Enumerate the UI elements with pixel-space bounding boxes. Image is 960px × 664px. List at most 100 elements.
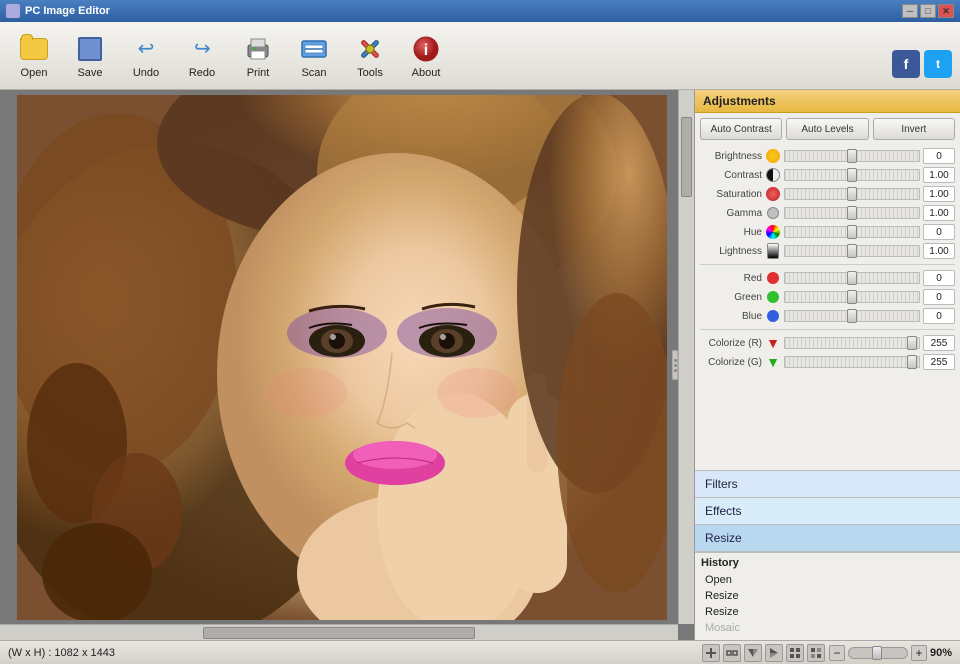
blue-label: Blue <box>700 311 762 322</box>
contrast-slider[interactable] <box>784 169 920 181</box>
scan-icon <box>298 33 330 65</box>
zoom-in-button[interactable]: + <box>911 645 927 661</box>
contrast-value: 1.00 <box>923 167 955 183</box>
blue-value: 0 <box>923 308 955 324</box>
vertical-scrollbar[interactable] <box>678 90 694 624</box>
minimize-button[interactable]: ─ <box>902 4 918 18</box>
social-icons: f t <box>892 50 952 78</box>
horizontal-scroll-thumb[interactable] <box>203 627 474 639</box>
status-icons <box>702 644 825 662</box>
svg-text:i: i <box>424 42 428 59</box>
auto-levels-button[interactable]: Auto Levels <box>786 118 868 140</box>
history-mosaic[interactable]: Mosaic <box>701 620 954 636</box>
app-icon <box>6 4 20 18</box>
gamma-slider[interactable] <box>784 207 920 219</box>
zoom-out-button[interactable]: − <box>829 645 845 661</box>
green-value: 0 <box>923 289 955 305</box>
blue-icon <box>765 308 781 324</box>
vertical-scroll-thumb[interactable] <box>681 117 692 197</box>
adjustments-title: Adjustments <box>703 94 776 108</box>
redo-icon: ↩ <box>186 33 218 65</box>
red-row: Red 0 <box>700 270 955 286</box>
history-resize-1[interactable]: Resize <box>701 588 954 604</box>
zoom-label: 90% <box>930 647 952 659</box>
lightness-label: Lightness <box>700 246 762 257</box>
layers-icon[interactable] <box>807 644 825 662</box>
save-button[interactable]: Save <box>64 27 116 85</box>
save-label: Save <box>77 67 102 79</box>
blue-slider[interactable] <box>784 310 920 322</box>
main-sliders: Brightness 0 Contrast 1.00 Saturat <box>700 148 955 259</box>
auto-contrast-button[interactable]: Auto Contrast <box>700 118 782 140</box>
green-icon <box>765 289 781 305</box>
saturation-value: 1.00 <box>923 186 955 202</box>
green-slider[interactable] <box>784 291 920 303</box>
hue-slider[interactable] <box>784 226 920 238</box>
photo-image <box>17 95 667 620</box>
resize-section-btn[interactable]: Resize <box>695 525 960 552</box>
window-controls[interactable]: ─ □ ✕ <box>902 4 954 18</box>
blue-row: Blue 0 <box>700 308 955 324</box>
twitter-icon[interactable]: t <box>924 50 952 78</box>
scan-button[interactable]: Scan <box>288 27 340 85</box>
maximize-button[interactable]: □ <box>920 4 936 18</box>
status-right: − + 90% <box>702 644 952 662</box>
gamma-value: 1.00 <box>923 205 955 221</box>
saturation-slider[interactable] <box>784 188 920 200</box>
green-label: Green <box>700 292 762 303</box>
hue-value: 0 <box>923 224 955 240</box>
effects-section-btn[interactable]: Effects <box>695 498 960 525</box>
tools-button[interactable]: Tools <box>344 27 396 85</box>
zoom-slider[interactable] <box>848 647 908 659</box>
green-row: Green 0 <box>700 289 955 305</box>
colorize-r-label: Colorize (R) <box>700 338 762 349</box>
colorize-r-slider[interactable] <box>784 337 920 349</box>
title-bar: PC Image Editor ─ □ ✕ <box>0 0 960 22</box>
photo-container <box>10 95 674 620</box>
colorize-g-value: 255 <box>923 354 955 370</box>
print-button[interactable]: Print <box>232 27 284 85</box>
undo-label: Undo <box>133 67 159 79</box>
close-button[interactable]: ✕ <box>938 4 954 18</box>
flip-v-icon[interactable] <box>765 644 783 662</box>
colorize-sliders: Colorize (R) ▼ 255 Colorize (G) ▼ 255 <box>700 335 955 370</box>
open-button[interactable]: Open <box>8 27 60 85</box>
brightness-slider[interactable] <box>784 150 920 162</box>
filters-section-btn[interactable]: Filters <box>695 471 960 498</box>
flip-h-icon[interactable] <box>744 644 762 662</box>
invert-button[interactable]: Invert <box>873 118 955 140</box>
history-title: History <box>701 557 954 569</box>
status-bar: (W x H) : 1082 x 1443 − <box>0 640 960 664</box>
facebook-icon[interactable]: f <box>892 50 920 78</box>
main-area: Adjustments Auto Contrast Auto Levels In… <box>0 90 960 640</box>
tools-icon <box>354 33 386 65</box>
history-resize-2[interactable]: Resize <box>701 604 954 620</box>
scan-label: Scan <box>301 67 326 79</box>
tools-label: Tools <box>357 67 383 79</box>
divider-dot <box>674 359 677 362</box>
red-slider[interactable] <box>784 272 920 284</box>
red-value: 0 <box>923 270 955 286</box>
undo-button[interactable]: ↩ Undo <box>120 27 172 85</box>
adjustment-buttons: Auto Contrast Auto Levels Invert <box>700 118 955 140</box>
colorize-g-label: Colorize (G) <box>700 357 762 368</box>
lightness-icon <box>765 243 781 259</box>
zoom-fit-icon[interactable] <box>702 644 720 662</box>
horizontal-scrollbar[interactable] <box>0 624 678 640</box>
contrast-label: Contrast <box>700 170 762 181</box>
red-icon <box>765 270 781 286</box>
about-button[interactable]: i About <box>400 27 452 85</box>
adjustments-header: Adjustments <box>695 90 960 113</box>
contrast-icon <box>765 167 781 183</box>
grid-icon[interactable] <box>786 644 804 662</box>
zoom-control: − + 90% <box>829 645 952 661</box>
redo-button[interactable]: ↩ Redo <box>176 27 228 85</box>
colorize-g-slider[interactable] <box>784 356 920 368</box>
colorize-r-icon: ▼ <box>765 335 781 351</box>
print-label: Print <box>247 67 270 79</box>
about-icon: i <box>410 33 442 65</box>
zoom-actual-icon[interactable] <box>723 644 741 662</box>
lightness-slider[interactable] <box>784 245 920 257</box>
undo-icon: ↩ <box>130 33 162 65</box>
history-open[interactable]: Open <box>701 572 954 588</box>
